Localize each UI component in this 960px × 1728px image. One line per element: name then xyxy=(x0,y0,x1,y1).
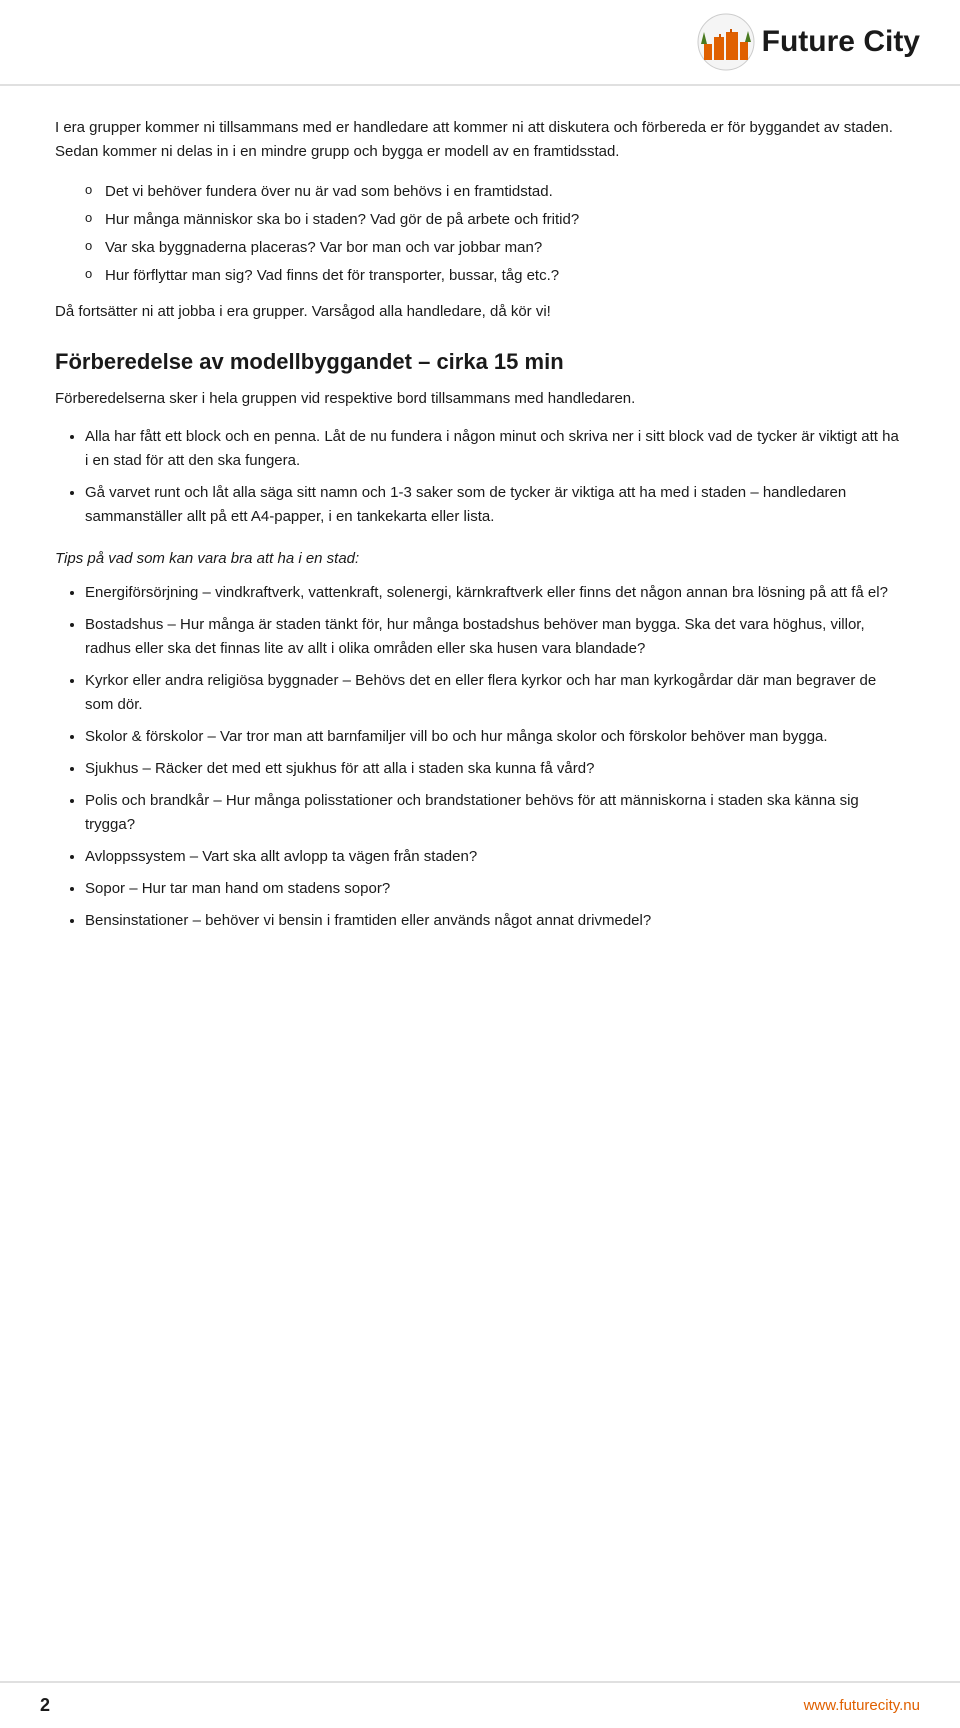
footer-url: www.futurecity.nu xyxy=(804,1697,920,1714)
dot-item-2: Gå varvet runt och låt alla säga sitt na… xyxy=(85,481,905,529)
bullet-list: Det vi behöver fundera över nu är vad so… xyxy=(85,180,905,288)
continuation-text: Då fortsätter ni att jobba i era grupper… xyxy=(55,300,905,324)
tips-item-6: Polis och brandkår – Hur många polisstat… xyxy=(85,789,905,837)
tips-item-2: Bostadshus – Hur många är staden tänkt f… xyxy=(85,613,905,661)
intro-paragraph: I era grupper kommer ni tillsammans med … xyxy=(55,116,905,164)
tips-item-3: Kyrkor eller andra religiösa byggnader –… xyxy=(85,669,905,717)
tips-item-8: Sopor – Hur tar man hand om stadens sopo… xyxy=(85,877,905,901)
main-content: I era grupper kommer ni tillsammans med … xyxy=(0,116,960,933)
header: Future City xyxy=(0,0,960,86)
page: Future City I era grupper kommer ni till… xyxy=(0,0,960,1728)
page-number: 2 xyxy=(40,1695,50,1716)
tips-item-7: Avloppssystem – Vart ska allt avlopp ta … xyxy=(85,845,905,869)
tips-item-1: Energiförsörjning – vindkraftverk, vatte… xyxy=(85,581,905,605)
footer: 2 www.futurecity.nu xyxy=(0,1681,960,1728)
tips-item-4: Skolor & förskolor – Var tror man att ba… xyxy=(85,725,905,749)
tips-item-5: Sjukhus – Räcker det med ett sjukhus för… xyxy=(85,757,905,781)
bullet-item-3: Var ska byggnaderna placeras? Var bor ma… xyxy=(85,236,905,260)
bullet-item-4: Hur förflyttar man sig? Vad finns det fö… xyxy=(85,264,905,288)
logo-text-area: Future City xyxy=(762,25,920,59)
tips-item-9: Bensinstationer – behöver vi bensin i fr… xyxy=(85,909,905,933)
dot-list: Alla har fått ett block och en penna. Lå… xyxy=(55,425,905,529)
dot-item-1: Alla har fått ett block och en penna. Lå… xyxy=(85,425,905,473)
logo-title: Future City xyxy=(762,25,920,59)
tips-list: Energiförsörjning – vindkraftverk, vatte… xyxy=(55,581,905,933)
tips-heading: Tips på vad som kan vara bra att ha i en… xyxy=(55,547,905,571)
logo-area: Future City xyxy=(696,12,920,72)
section-heading: Förberedelse av modellbyggandet – cirka … xyxy=(55,348,905,377)
bullet-item-1: Det vi behöver fundera över nu är vad so… xyxy=(85,180,905,204)
bullet-item-2: Hur många människor ska bo i staden? Vad… xyxy=(85,208,905,232)
logo-icon xyxy=(696,12,756,72)
section-sub-text: Förberedelserna sker i hela gruppen vid … xyxy=(55,387,905,411)
